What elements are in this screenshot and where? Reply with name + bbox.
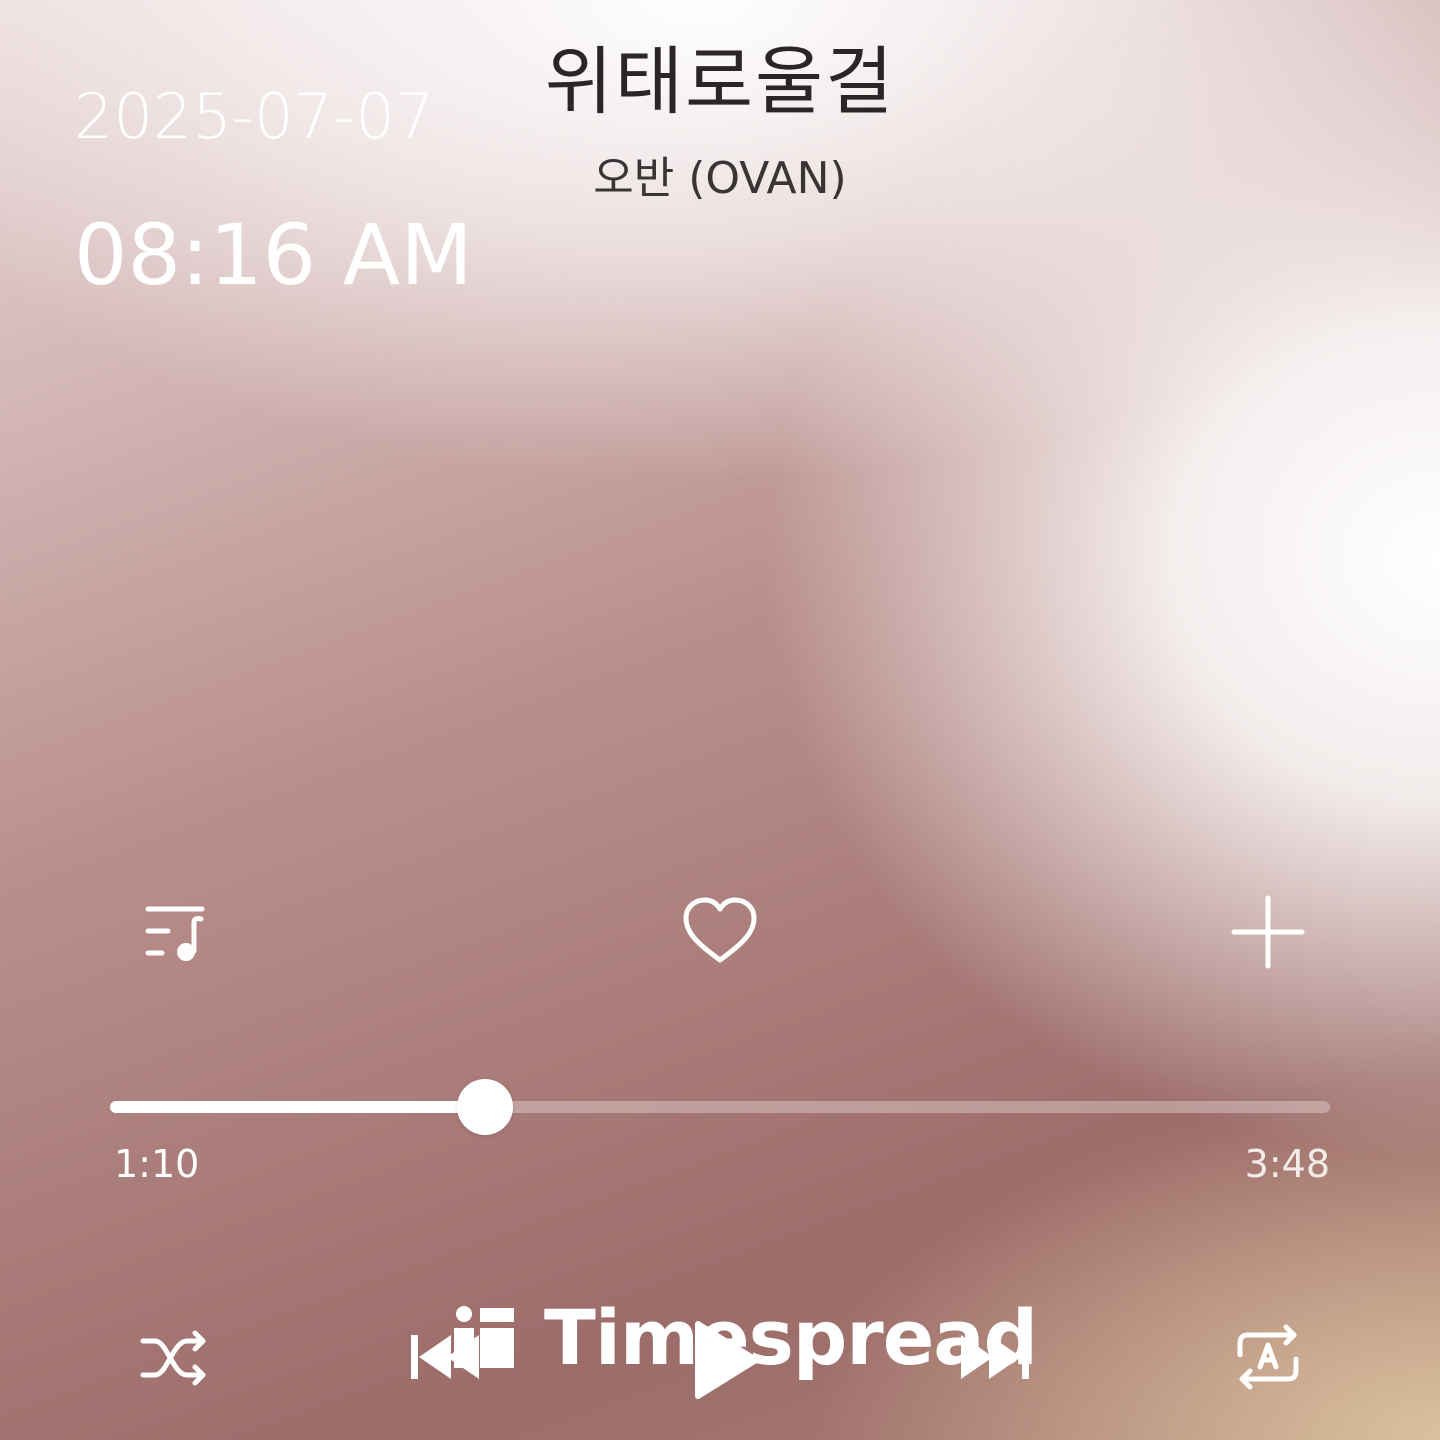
heart-outline-icon (683, 897, 757, 963)
time-total: 3:48 (1244, 1142, 1330, 1186)
timespread-logo-icon (454, 1306, 514, 1368)
clock-date: 2025-07-07 (74, 80, 435, 153)
clock-time: 08:16 AM (74, 206, 473, 304)
shuffle-icon (140, 1330, 206, 1386)
add-button[interactable] (1222, 890, 1314, 974)
playlist-button[interactable] (126, 890, 222, 974)
shuffle-button[interactable] (130, 1318, 220, 1398)
progress-fill (110, 1101, 485, 1113)
watermark: Timespread (446, 1292, 1038, 1382)
progress-bar[interactable] (110, 1079, 1330, 1135)
plus-icon (1231, 895, 1305, 969)
like-button[interactable] (674, 890, 766, 974)
progress-thumb[interactable] (456, 1079, 513, 1135)
repeat-button[interactable] (1226, 1316, 1310, 1398)
time-elapsed: 1:10 (114, 1142, 200, 1186)
watermark-text: Timespread (544, 1292, 1038, 1382)
repeat-a-icon (1237, 1324, 1299, 1390)
playlist-music-icon (145, 906, 205, 961)
